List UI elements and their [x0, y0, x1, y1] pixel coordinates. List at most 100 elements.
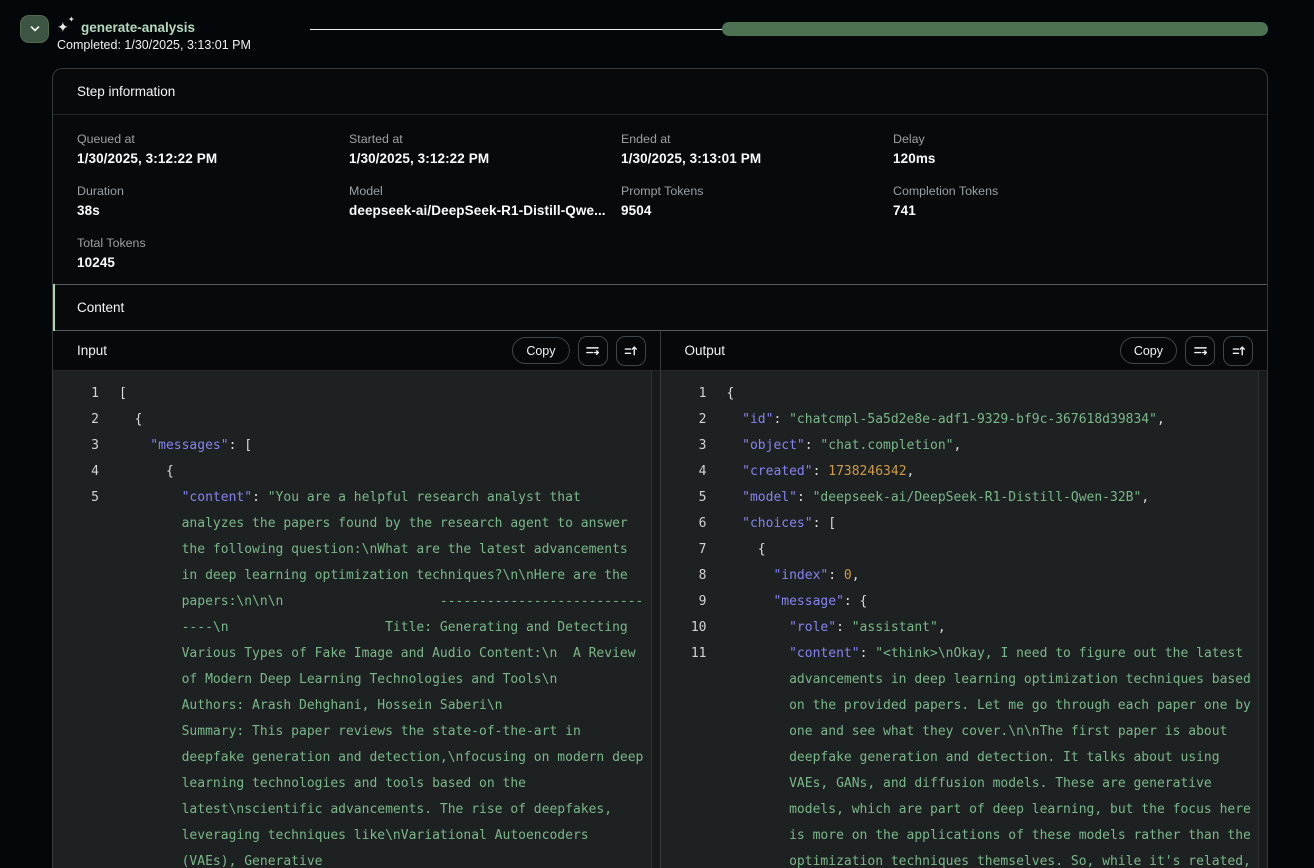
chevron-down-icon	[29, 23, 41, 35]
input-pane: Input Copy 1[2{3"messages": [4{5"content…	[53, 331, 660, 868]
line-text: "object": "chat.completion",	[727, 433, 1254, 459]
line-number: 4	[77, 459, 99, 485]
info-field-label: Delay	[893, 132, 1165, 146]
line-number: 3	[77, 433, 99, 459]
info-field: Completion Tokens741	[893, 184, 1165, 220]
line-text: {	[119, 407, 646, 433]
code-line: 7{	[685, 537, 1258, 563]
code-line: 11 "content": "<think>\nOkay, I need to f…	[685, 641, 1258, 868]
line-number: 2	[685, 407, 707, 433]
line-number: 7	[685, 537, 707, 563]
input-scroll-to-top-button[interactable]	[616, 336, 646, 366]
output-copy-button[interactable]: Copy	[1120, 337, 1177, 364]
line-number: 5	[77, 485, 99, 511]
line-number: 9	[685, 589, 707, 615]
step-information-grid: Queued at1/30/2025, 3:12:22 PMStarted at…	[53, 115, 1267, 284]
content-section-header[interactable]: Content	[53, 284, 1267, 331]
output-json-viewer[interactable]: 1 {2 "id": "chatcmpl-5a5d2e8e-adf1-9329-bf…	[661, 371, 1268, 868]
line-number: 1	[685, 381, 707, 407]
wrap-text-icon	[585, 343, 600, 358]
input-scrollbar[interactable]	[651, 371, 660, 868]
info-field-value: 1/30/2025, 3:13:01 PM	[621, 151, 893, 166]
info-field-label: Duration	[77, 184, 349, 198]
info-field: Duration 38s	[77, 184, 349, 220]
line-number: 10	[685, 615, 707, 641]
info-field-value: 1/30/2025, 3:12:22 PM	[349, 151, 621, 166]
line-number: 11	[685, 641, 707, 667]
code-line: 4{	[77, 459, 650, 485]
sparkles-icon: ✦ ✦	[57, 17, 75, 35]
line-text: "content": "<think>\nOkay, I need to fig…	[727, 641, 1254, 868]
input-output-split: Input Copy 1[2{3"messages": [4{5"content…	[53, 331, 1267, 868]
code-line: 8 "index": 0,	[685, 563, 1258, 589]
output-wrap-text-button[interactable]	[1185, 336, 1215, 366]
step-information-title: Step information	[77, 84, 175, 99]
line-text: "role": "assistant",	[727, 615, 1254, 641]
wrap-text-icon	[1193, 343, 1208, 358]
input-pane-header: Input Copy	[53, 331, 660, 371]
info-field: Delay 120ms	[893, 132, 1165, 168]
step-duration-bar[interactable]	[722, 22, 1268, 36]
info-field-label: Ended at	[621, 132, 893, 146]
line-number: 5	[685, 485, 707, 511]
output-pane-header: Output Copy	[661, 331, 1268, 371]
code-line: 2{	[77, 407, 650, 433]
line-text: "created": 1738246342,	[727, 459, 1254, 485]
code-line: 4 "created": 1738246342,	[685, 459, 1258, 485]
step-information-header: Step information	[53, 69, 1267, 115]
input-json-viewer[interactable]: 1[2{3"messages": [4{5"content": "You are…	[53, 371, 660, 868]
info-field: Prompt Tokens 9504	[621, 184, 893, 220]
line-text: "choices": [	[727, 511, 1254, 537]
line-text: "message": {	[727, 589, 1254, 615]
info-field-value: 10245	[77, 255, 349, 270]
step-completed-timestamp: Completed: 1/30/2025, 3:13:01 PM	[57, 38, 251, 52]
info-field-label: Model	[349, 184, 621, 198]
info-field: Total Tokens 10245	[77, 236, 349, 272]
line-text: "id": "chatcmpl-5a5d2e8e-adf1-9329-bf9c-…	[727, 407, 1254, 433]
output-pane: Output Copy 1 {2 "id": "chatcmpl-5a5d2e8e-…	[660, 331, 1268, 868]
output-scroll-to-top-button[interactable]	[1223, 336, 1253, 366]
scroll-to-top-icon	[1231, 343, 1246, 358]
info-field-value: 38s	[77, 203, 349, 218]
input-pane-title: Input	[77, 343, 512, 358]
line-number: 8	[685, 563, 707, 589]
input-copy-button[interactable]: Copy	[512, 337, 569, 364]
content-accent-bar	[53, 284, 55, 331]
content-section-title: Content	[77, 300, 124, 315]
info-field-value: 1/30/2025, 3:12:22 PM	[77, 151, 349, 166]
collapse-step-button[interactable]	[20, 15, 49, 43]
trace-timeline	[310, 22, 1268, 36]
line-text: "model": "deepseek-ai/DeepSeek-R1-Distil…	[727, 485, 1254, 511]
output-pane-title: Output	[685, 343, 1120, 358]
info-field: Modeldeepseek-ai/DeepSeek-R1-Distill-Qwe…	[349, 184, 621, 220]
info-field-value: 9504	[621, 203, 893, 218]
step-title: generate-analysis	[81, 20, 195, 35]
input-wrap-text-button[interactable]	[578, 336, 608, 366]
line-number: 3	[685, 433, 707, 459]
info-field-value: 120ms	[893, 151, 1165, 166]
line-text: {	[727, 381, 1254, 407]
line-number: 4	[685, 459, 707, 485]
info-field-label: Completion Tokens	[893, 184, 1165, 198]
info-field-label: Total Tokens	[77, 236, 349, 250]
code-line: 3 "object": "chat.completion",	[685, 433, 1258, 459]
output-scrollbar[interactable]	[1258, 371, 1267, 868]
info-field-label: Queued at	[77, 132, 349, 146]
trace-step-header: ✦ ✦ generate-analysis Completed: 1/30/20…	[0, 0, 1314, 68]
code-line: 1[	[77, 381, 650, 407]
step-detail-card: Step information Queued at1/30/2025, 3:1…	[52, 68, 1268, 868]
line-number: 1	[77, 381, 99, 407]
line-text: [	[119, 381, 646, 407]
line-number: 6	[685, 511, 707, 537]
info-field: Started at 1/30/2025, 3:12:22 PM	[349, 132, 621, 168]
code-line: 2 "id": "chatcmpl-5a5d2e8e-adf1-9329-bf9c…	[685, 407, 1258, 433]
code-line: 5 "model": "deepseek-ai/DeepSeek-R1-Disti…	[685, 485, 1258, 511]
code-line: 3"messages": [	[77, 433, 650, 459]
info-field-label: Prompt Tokens	[621, 184, 893, 198]
info-field-label: Started at	[349, 132, 621, 146]
line-text: "index": 0,	[727, 563, 1254, 589]
line-text: {	[119, 459, 646, 485]
line-text: "content": "You are a helpful research a…	[119, 485, 646, 868]
line-number: 2	[77, 407, 99, 433]
code-line: 10 "role": "assistant",	[685, 615, 1258, 641]
